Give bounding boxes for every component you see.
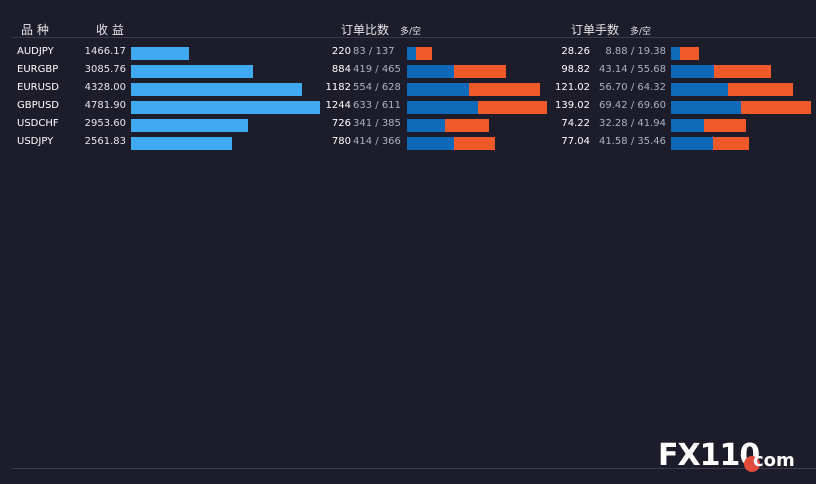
row-lots-ratio: 8.88 / 19.38: [605, 46, 666, 57]
orders-stack-bar: [407, 137, 495, 150]
row-symbol: GBPUSD: [17, 100, 60, 111]
profit-bar: [131, 137, 233, 150]
orders-long-segment: [407, 119, 446, 132]
profit-bar: [131, 101, 320, 114]
row-orders-ratio: 341 / 385: [353, 118, 401, 129]
row-orders-ratio: 633 / 611: [353, 100, 401, 111]
row-orders-ratio: 419 / 465: [353, 64, 401, 75]
lots-long-segment: [671, 83, 729, 96]
row-orders: 780: [331, 136, 351, 147]
orders-stack-bar: [407, 47, 432, 60]
orders-short-segment: [478, 101, 547, 114]
orders-stack-bar: [407, 83, 541, 96]
row-profit: 4328.00: [84, 82, 126, 93]
orders-stack-bar: [407, 65, 507, 78]
row-lots-ratio: 43.14 / 55.68: [599, 64, 666, 75]
table-row[interactable]: GBPUSD 4781.90 1244 633 / 611 139.02 69.42 / …: [0, 98, 816, 116]
lots-stack-bar: [671, 137, 749, 150]
row-symbol: EURUSD: [17, 82, 59, 93]
row-lots: 139.02: [555, 100, 590, 111]
header-divider: [12, 37, 816, 38]
logo-suffix: com: [753, 450, 795, 471]
row-orders: 220: [331, 46, 351, 57]
row-profit: 2561.83: [84, 136, 126, 147]
lots-stack-bar: [671, 65, 771, 78]
row-lots-ratio: 56.70 / 64.32: [599, 82, 666, 93]
row-symbol: USDJPY: [17, 136, 54, 147]
row-orders: 726: [331, 118, 351, 129]
lots-stack-bar: [671, 119, 746, 132]
orders-long-segment: [407, 137, 454, 150]
row-orders: 1182: [325, 82, 351, 93]
lots-short-segment: [712, 137, 749, 150]
profit-bar: [131, 83, 303, 96]
header-orders: 订单比数: [341, 23, 390, 37]
row-profit: 1466.17: [84, 46, 126, 57]
orders-short-segment: [454, 65, 507, 78]
table-row[interactable]: EURUSD 4328.00 1182 554 / 628 121.02 56.70 / …: [0, 80, 816, 98]
row-lots: 98.82: [561, 64, 590, 75]
orders-long-segment: [407, 47, 417, 60]
profit-bar: [131, 119, 248, 132]
header-orders-sub: 多/空: [400, 27, 422, 37]
header-profit: 收 益: [96, 23, 124, 37]
lots-short-segment: [703, 119, 746, 132]
row-lots: 77.04: [561, 136, 590, 147]
lots-long-segment: [671, 47, 680, 60]
row-lots-ratio: 41.58 / 35.46: [599, 136, 666, 147]
lots-stack-bar: [671, 101, 811, 114]
header-lots: 订单手数: [571, 23, 620, 37]
row-lots: 28.26: [561, 46, 590, 57]
row-orders: 1244: [325, 100, 351, 111]
orders-long-segment: [407, 65, 455, 78]
orders-stack-bar: [407, 101, 547, 114]
lots-stack-bar: [671, 47, 700, 60]
table-row[interactable]: USDJPY 2561.83 780 414 / 366 77.04 41.58 / 35…: [0, 134, 816, 152]
row-lots-ratio: 69.42 / 69.60: [599, 100, 666, 111]
lots-short-segment: [679, 47, 700, 60]
lots-short-segment: [714, 65, 771, 78]
lots-long-segment: [671, 137, 713, 150]
row-profit: 4781.90: [84, 100, 126, 111]
orders-stack-bar: [407, 119, 489, 132]
row-symbol: AUDJPY: [17, 46, 54, 57]
orders-short-segment: [416, 47, 432, 60]
fx110-logo: FX110 com: [658, 438, 808, 474]
lots-stack-bar: [671, 83, 793, 96]
row-orders-ratio: 414 / 366: [353, 136, 401, 147]
row-symbol: EURGBP: [17, 64, 59, 75]
row-lots: 121.02: [555, 82, 590, 93]
orders-short-segment: [453, 137, 495, 150]
header-symbol: 品 种: [21, 23, 49, 37]
lots-long-segment: [671, 65, 715, 78]
row-orders-ratio: 554 / 628: [353, 82, 401, 93]
row-orders-ratio: 83 / 137: [353, 46, 395, 57]
header-lots-sub: 多/空: [630, 27, 652, 37]
lots-short-segment: [740, 101, 811, 114]
orders-long-segment: [407, 101, 479, 114]
row-symbol: USDCHF: [17, 118, 59, 129]
orders-short-segment: [445, 119, 489, 132]
table-row[interactable]: EURGBP 3085.76 884 419 / 465 98.82 43.14 / 55…: [0, 62, 816, 80]
row-lots: 74.22: [561, 118, 590, 129]
profit-bar: [131, 65, 253, 78]
positions-panel: 品 种 收 益 订单比数 多/空 订单手数 多/空 AUDJPY 1466.17 2…: [0, 0, 816, 484]
orders-long-segment: [407, 83, 470, 96]
row-orders: 884: [331, 64, 351, 75]
profit-bar: [131, 47, 189, 60]
row-profit: 2953.60: [84, 118, 126, 129]
lots-long-segment: [671, 119, 704, 132]
orders-short-segment: [469, 83, 541, 96]
lots-long-segment: [671, 101, 741, 114]
row-lots-ratio: 32.28 / 41.94: [599, 118, 666, 129]
table-row[interactable]: AUDJPY 1466.17 220 83 / 137 28.26 8.88 / 19.3…: [0, 44, 816, 62]
table-row[interactable]: USDCHF 2953.60 726 341 / 385 74.22 32.28 / 41…: [0, 116, 816, 134]
lots-short-segment: [728, 83, 793, 96]
row-profit: 3085.76: [84, 64, 126, 75]
